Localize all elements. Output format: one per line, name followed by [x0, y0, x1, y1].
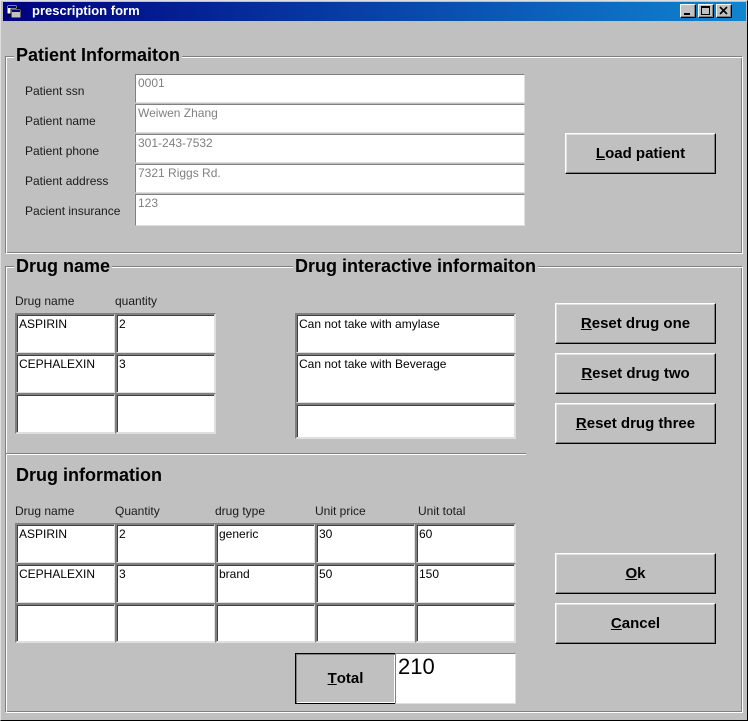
info-quantity-cell[interactable]: 3	[115, 563, 216, 604]
drug-quantity-cell[interactable]: 3	[115, 353, 216, 394]
info-unit-total-cell[interactable]	[415, 603, 516, 643]
info-drug-type-header: drug type	[215, 504, 266, 518]
info-unit-total-cell[interactable]: 150	[415, 563, 516, 604]
info-drug-type-cell[interactable]	[215, 603, 316, 643]
total-button[interactable]: Total	[295, 653, 396, 704]
info-quantity-cell[interactable]	[115, 603, 216, 643]
interaction-cell[interactable]: Can not take with amylase	[295, 313, 516, 354]
total-value-field[interactable]: 210	[395, 653, 516, 704]
patient-insurance-label: Pacient insurance	[25, 204, 121, 218]
maximize-button[interactable]	[698, 4, 714, 18]
patient-ssn-field[interactable]: 0001	[135, 74, 525, 103]
reset-drug-three-button[interactable]: Reset drug three	[555, 403, 716, 444]
info-drug-name-cell[interactable]: ASPIRIN	[15, 523, 116, 564]
interaction-cell[interactable]: Can not take with Beverage	[295, 353, 516, 404]
info-unit-total-cell[interactable]: 60	[415, 523, 516, 564]
section-divider	[6, 453, 526, 455]
window-title: prescription form	[32, 3, 140, 18]
reset-drug-one-button[interactable]: Reset drug one	[555, 303, 716, 344]
load-patient-button[interactable]: Load patient	[565, 133, 716, 174]
patient-address-field[interactable]: 7321 Riggs Rd.	[135, 164, 525, 193]
maximize-icon	[701, 6, 710, 15]
minimize-button[interactable]	[680, 4, 696, 18]
info-drug-type-cell[interactable]: brand	[215, 563, 316, 604]
drug-interaction-legend: Drug interactive informaiton	[293, 256, 539, 276]
drug-name-cell[interactable]: CEPHALEXIN	[15, 353, 116, 394]
interaction-cell[interactable]	[295, 403, 516, 439]
info-drug-name-cell[interactable]: CEPHALEXIN	[15, 563, 116, 604]
drug-quantity-cell[interactable]	[115, 393, 216, 434]
patient-info-legend: Patient Informaiton	[14, 45, 183, 65]
close-icon	[719, 6, 728, 15]
info-unit-total-header: Unit total	[418, 504, 466, 518]
patient-ssn-label: Patient ssn	[25, 84, 85, 98]
info-drug-name-header: Drug name	[15, 504, 75, 518]
minimize-icon	[684, 13, 690, 15]
patient-insurance-field[interactable]: 123	[135, 194, 525, 226]
patient-name-field[interactable]: Weiwen Zhang	[135, 104, 525, 133]
info-drug-type-cell[interactable]: generic	[215, 523, 316, 564]
app-icon	[7, 5, 21, 18]
drug-info-legend: Drug information	[14, 465, 164, 485]
info-quantity-cell[interactable]: 2	[115, 523, 216, 564]
patient-phone-label: Patient phone	[25, 144, 100, 158]
patient-phone-field[interactable]: 301-243-7532	[135, 134, 525, 163]
info-unit-price-cell[interactable]: 50	[315, 563, 416, 604]
prescription-form-window: prescription form Patient Informaiton Pa…	[0, 0, 748, 721]
info-quantity-header: Quantity	[115, 504, 160, 518]
info-drug-name-cell[interactable]	[15, 603, 116, 643]
patient-address-label: Patient address	[25, 174, 109, 188]
quantity-header: quantity	[115, 294, 158, 308]
ok-button[interactable]: Ok	[555, 553, 716, 594]
patient-name-label: Patient name	[25, 114, 96, 128]
info-unit-price-cell[interactable]: 30	[315, 523, 416, 564]
drug-name-cell[interactable]	[15, 393, 116, 434]
drug-name-legend: Drug name	[14, 256, 113, 276]
drug-name-cell[interactable]: ASPIRIN	[15, 313, 116, 354]
info-unit-price-cell[interactable]	[315, 603, 416, 643]
drug-name-header: Drug name	[15, 294, 75, 308]
reset-drug-two-button[interactable]: Reset drug two	[555, 353, 716, 394]
title-bar[interactable]: prescription form	[3, 2, 746, 21]
info-unit-price-header: Unit price	[315, 504, 366, 518]
cancel-button[interactable]: Cancel	[555, 603, 716, 644]
drug-quantity-cell[interactable]: 2	[115, 313, 216, 354]
close-button[interactable]	[716, 4, 732, 18]
